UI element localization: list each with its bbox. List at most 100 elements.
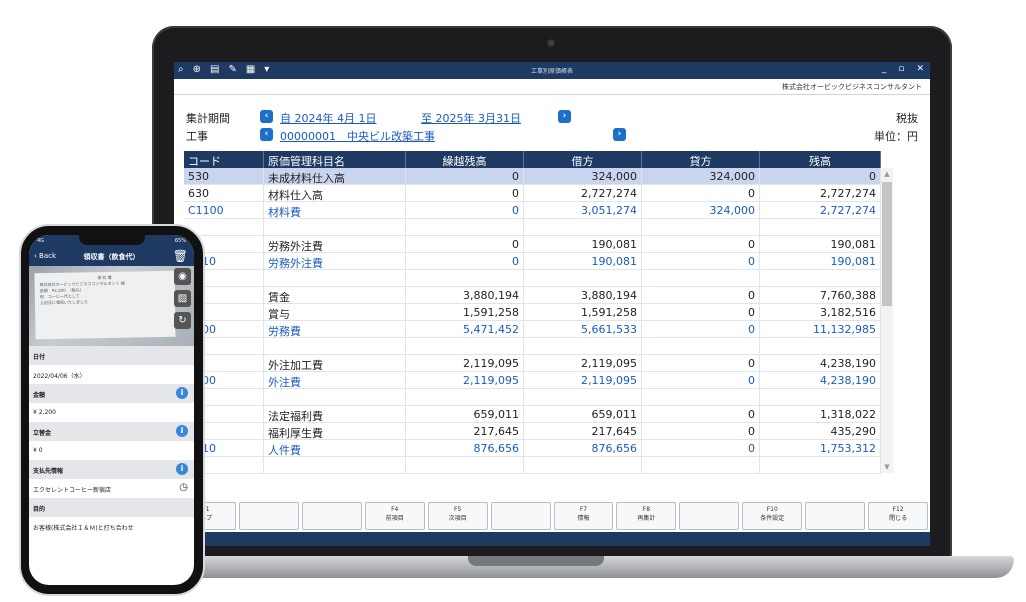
table-row[interactable]	[184, 270, 881, 287]
fkey-button[interactable]	[679, 502, 740, 530]
col-header-carry[interactable]: 繰越残高	[406, 151, 524, 168]
cell-carry: 2,119,095	[406, 355, 524, 371]
date-value[interactable]: 2022/04/06（水）	[29, 365, 194, 384]
company-name: 株式会社オービックビジネスコンサルタント	[782, 83, 922, 91]
fkey-button[interactable]: F10 条件設定	[742, 502, 803, 530]
period-from-link[interactable]: 自 2024年 4月 1日	[280, 110, 376, 126]
cell-balance: 190,081	[760, 236, 881, 252]
cell-credit: 0	[642, 406, 760, 422]
table-row[interactable]: 1200労務費5,471,4525,661,533011,132,985	[184, 321, 881, 338]
cell-carry	[406, 219, 524, 235]
cell-carry: 0	[406, 202, 524, 218]
table-row[interactable]	[184, 457, 881, 474]
col-header-code[interactable]: コード	[184, 151, 264, 168]
table-row[interactable]: 40労務外注費0190,0810190,081	[184, 236, 881, 253]
table-row[interactable]: 1410人件費876,656876,65601,753,312	[184, 440, 881, 457]
table-row[interactable]: 47法定福利費659,011659,01101,318,022	[184, 406, 881, 423]
period-prev-button[interactable]: ‹	[260, 110, 273, 123]
fkey-button[interactable]: F5 次項目	[427, 502, 488, 530]
scroll-up-icon[interactable]: ▲	[881, 170, 893, 178]
period-to-link[interactable]: 至 2025年 3月31日	[421, 110, 521, 126]
advance-label: 立替金	[33, 430, 52, 437]
receipt-title: 領収書（飲食代）	[83, 253, 140, 261]
table-row[interactable]: 48福利厚生費217,645217,6450435,290	[184, 423, 881, 440]
period-next-button[interactable]: ›	[558, 110, 571, 123]
trash-icon[interactable]: 🗑	[173, 249, 188, 263]
vertical-scrollbar[interactable]: ▲ ▼	[881, 168, 893, 473]
cell-credit	[642, 457, 760, 473]
cell-credit: 0	[642, 287, 760, 303]
image-icon[interactable]: ▨	[174, 290, 191, 307]
payee-label: 支払先情報	[33, 468, 64, 475]
cell-debit: 1,591,258	[524, 304, 642, 320]
payee-text: エクセレントコーヒー新宿店	[33, 487, 112, 494]
cell-debit: 217,645	[524, 423, 642, 439]
fkey-button[interactable]	[301, 502, 362, 530]
cell-name: 人件費	[264, 440, 406, 456]
cell-balance: 190,081	[760, 253, 881, 269]
cell-credit: 324,000	[642, 202, 760, 218]
info-icon[interactable]: i	[176, 425, 188, 437]
fkey-button[interactable]: F12 閉じる	[868, 502, 929, 530]
table-row[interactable]: 41賃金3,880,1943,880,19407,760,388	[184, 287, 881, 304]
fkey-label: 前項目	[385, 515, 404, 522]
fkey-button[interactable]	[490, 502, 551, 530]
fkey-number: F5	[454, 506, 462, 513]
amount-value[interactable]: ¥ 2,200	[29, 403, 194, 422]
payee-section: 支払先情報 i	[29, 460, 194, 479]
table-row[interactable]: 630 材料仕入高 0 2,727,274 0 2,727,274	[184, 185, 881, 202]
fkey-button[interactable]	[805, 502, 866, 530]
status-bar	[174, 532, 930, 546]
unit-label: 単位：円	[874, 130, 918, 143]
fkey-label: 情報	[577, 515, 590, 522]
fkey-button[interactable]: F4 前項目	[364, 502, 425, 530]
close-icon[interactable]: ✕	[916, 64, 924, 74]
project-prev-button[interactable]: ‹	[260, 128, 273, 141]
table-row[interactable]: 530 未成材料仕入高 0 324,000 324,000 0	[184, 168, 881, 185]
cell-name: 労務費	[264, 321, 406, 337]
cell-carry: 876,656	[406, 440, 524, 456]
table-row[interactable]: 1210労務外注費0190,0810190,081	[184, 253, 881, 270]
project-link[interactable]: 00000001 中央ビル改築工事	[280, 128, 435, 144]
table-row[interactable]	[184, 219, 881, 236]
cell-name: 賞与	[264, 304, 406, 320]
table-row[interactable]: 1300外注費2,119,0952,119,09504,238,190	[184, 372, 881, 389]
table-row[interactable]: 30外注加工費2,119,0952,119,09504,238,190	[184, 355, 881, 372]
fkey-button[interactable]: F8 再集計	[616, 502, 677, 530]
rotate-icon[interactable]: ↻	[174, 312, 191, 329]
table-row[interactable]: 42賞与1,591,2581,591,25803,182,516	[184, 304, 881, 321]
fkey-button[interactable]: F7 情報	[553, 502, 614, 530]
fkey-button[interactable]	[238, 502, 299, 530]
minimize-icon[interactable]: _	[882, 64, 887, 74]
camera-icon[interactable]: ◉	[174, 268, 191, 285]
advance-value[interactable]: ¥ 0	[29, 441, 194, 460]
cell-debit: 876,656	[524, 440, 642, 456]
info-icon[interactable]: i	[176, 463, 188, 475]
cell-balance: 1,753,312	[760, 440, 881, 456]
scroll-down-icon[interactable]: ▼	[881, 463, 893, 471]
cell-balance: 1,318,022	[760, 406, 881, 422]
cell-carry: 3,880,194	[406, 287, 524, 303]
phone-screen: 4G 65% ‹ Back 領収書（飲食代） 🗑 領 収 書 株式会社オービック…	[29, 235, 194, 585]
table-row[interactable]: C1100 材料費 0 3,051,274 324,000 2,727,274	[184, 202, 881, 219]
col-header-name[interactable]: 原価管理科目名	[264, 151, 406, 168]
col-header-credit[interactable]: 貸方	[642, 151, 760, 168]
col-header-debit[interactable]: 借方	[524, 151, 642, 168]
cell-carry: 659,011	[406, 406, 524, 422]
signal-text: 4G	[37, 238, 45, 244]
fkey-label: 閉じる	[889, 515, 908, 522]
cell-balance	[760, 270, 881, 286]
payee-value[interactable]: エクセレントコーヒー新宿店 ◷	[29, 479, 194, 498]
history-icon[interactable]: ◷	[179, 482, 188, 493]
restore-icon[interactable]: ▫	[898, 64, 904, 74]
scroll-thumb[interactable]	[882, 182, 892, 306]
table-row[interactable]	[184, 389, 881, 406]
title-bar: ⌕ ⊕ ▤ ✎ ▦ ▾ 工事別原価帳表 _ ▫ ✕	[174, 62, 930, 79]
project-next-button[interactable]: ›	[613, 128, 626, 141]
col-header-balance[interactable]: 残高	[760, 151, 881, 168]
table-row[interactable]	[184, 338, 881, 355]
receipt-photo[interactable]: 領 収 書 株式会社オービックビジネスコンサルタント 様 金額 ¥2,200 （…	[29, 266, 194, 346]
purpose-value[interactable]: お客様(株式会社Ｉ＆Ｍ)と打ち合わせ	[29, 517, 194, 536]
info-icon[interactable]: i	[176, 387, 188, 399]
cell-balance: 4,238,190	[760, 355, 881, 371]
